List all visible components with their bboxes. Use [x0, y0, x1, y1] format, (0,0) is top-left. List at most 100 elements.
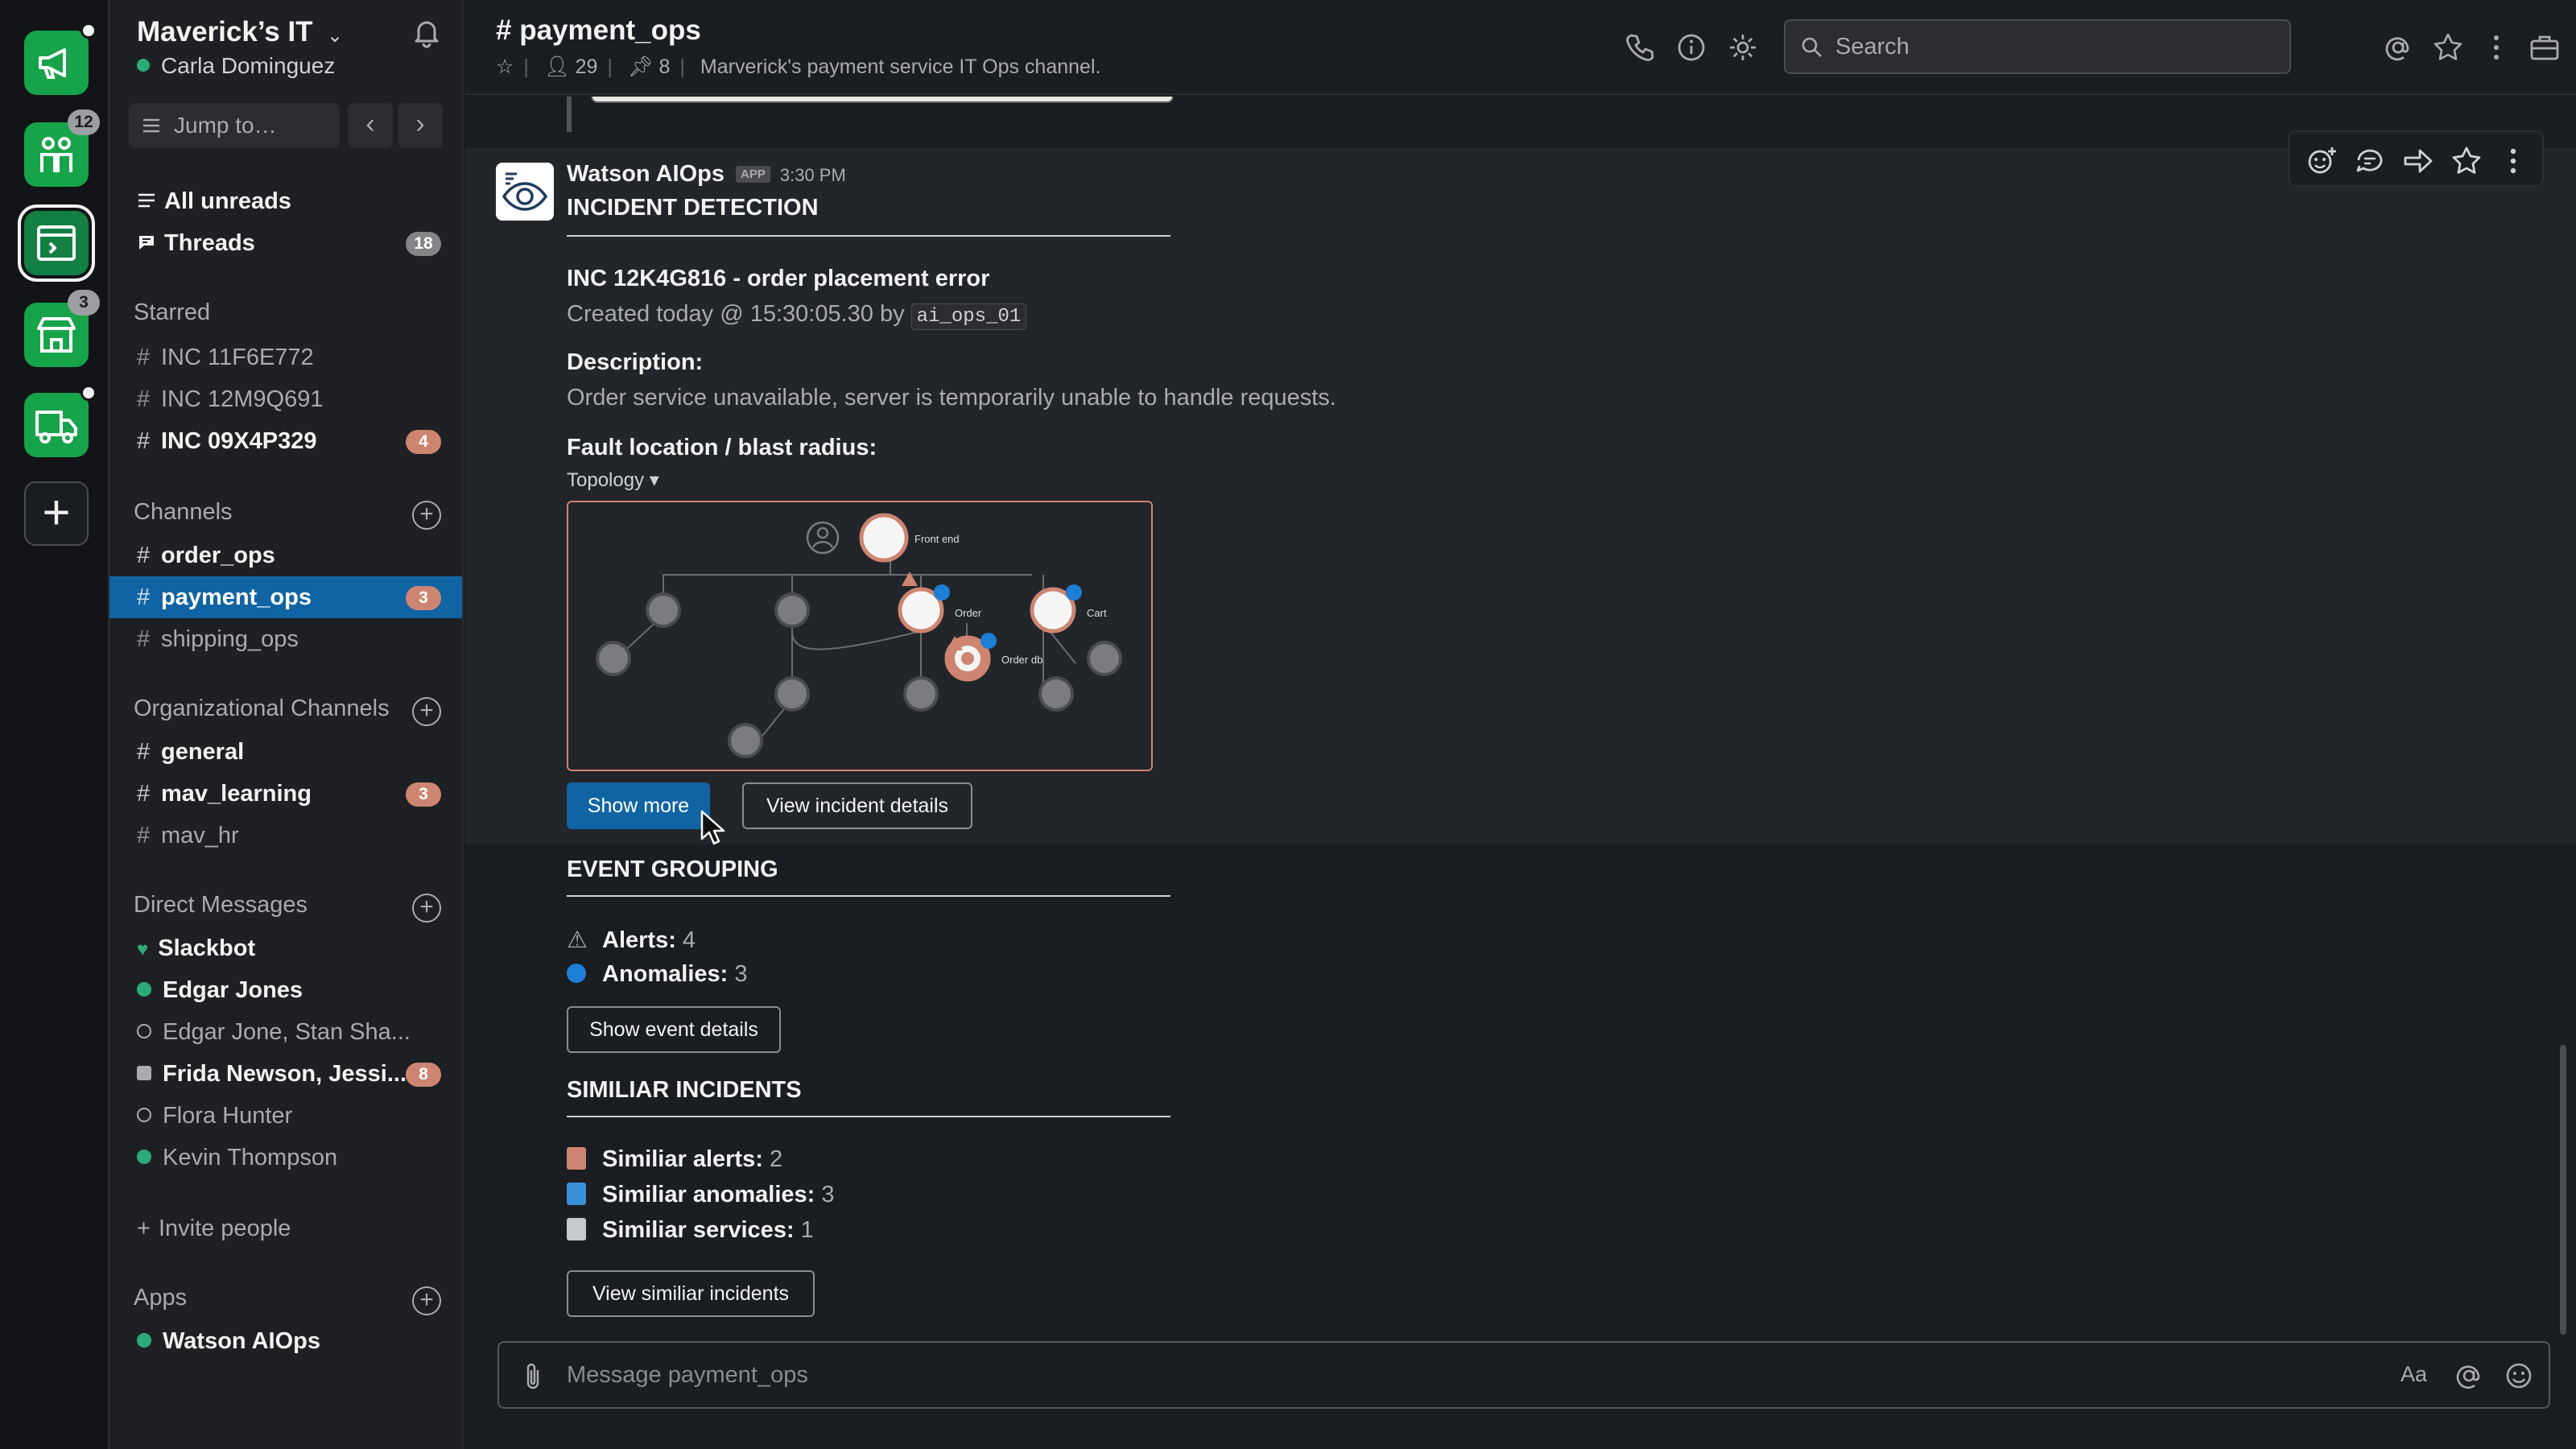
dm-kevin-thompson[interactable]: Kevin Thompson — [109, 1137, 462, 1179]
sidebar-item-shipping-ops[interactable]: # shipping_ops — [109, 618, 462, 660]
cart-node[interactable]: Cart — [1030, 584, 1107, 634]
presence-away-icon — [137, 1108, 151, 1122]
dm-group-edgar[interactable]: Edgar Jone, Stan Sha... — [109, 1011, 462, 1053]
sidebar-item-mav-learning[interactable]: # mav_learning 3 — [109, 773, 462, 815]
add-workspace-button[interactable]: + — [24, 481, 89, 546]
invite-people-link[interactable]: + Invite people — [109, 1208, 462, 1249]
service-node[interactable] — [1038, 676, 1074, 712]
service-node[interactable] — [646, 592, 681, 628]
members-icon[interactable]: 👤︎ — [544, 56, 570, 78]
message-list: Watson AIOps APP 3:30 PM INCIDENT DETECTIO… — [465, 97, 2576, 1328]
channel-topic[interactable]: Marverick's payment service IT Ops chann… — [700, 56, 1101, 78]
section-direct-messages[interactable]: Direct Messages — [134, 892, 308, 919]
service-node[interactable] — [728, 723, 763, 758]
message-timestamp[interactable]: 3:30 PM — [780, 165, 846, 186]
sidebar-item-mav-hr[interactable]: # mav_hr — [109, 815, 462, 857]
service-node[interactable] — [774, 676, 810, 712]
sidebar-item-inc-11f6e772[interactable]: # INC 11F6E772 — [109, 336, 462, 378]
share-forward-icon[interactable] — [2402, 145, 2434, 177]
service-node[interactable] — [774, 592, 810, 628]
order-label: Order — [955, 607, 982, 619]
show-event-details-button[interactable]: Show event details — [567, 1006, 781, 1053]
jump-to-button[interactable]: Jump to… — [129, 103, 340, 148]
info-icon[interactable] — [1676, 32, 1707, 63]
front-end-node[interactable]: Front end — [859, 513, 960, 563]
sidebar-item-payment-ops[interactable]: # payment_ops 3 — [109, 576, 462, 618]
view-incident-details-button[interactable]: View incident details — [742, 782, 972, 829]
workspace-store[interactable]: 3 — [24, 290, 100, 367]
workspace-megaphone[interactable] — [24, 23, 97, 95]
mention-icon[interactable] — [2454, 1360, 2484, 1391]
message-composer[interactable]: Message payment_ops Aa — [497, 1341, 2550, 1409]
emoji-icon[interactable] — [2504, 1360, 2534, 1391]
sidebar-item-label: INC 12M9Q691 — [161, 386, 324, 412]
topology-dropdown[interactable]: Topology ▾ — [567, 469, 659, 492]
gear-icon[interactable] — [1728, 32, 1758, 63]
formatting-toggle[interactable]: Aa — [2401, 1362, 2427, 1387]
more-actions-icon[interactable] — [2497, 145, 2529, 177]
workspace-delivery[interactable] — [24, 385, 97, 457]
watson-aiops-avatar[interactable] — [496, 163, 554, 221]
reply-thread-icon[interactable] — [2354, 145, 2386, 177]
sidebar-item-label: Flora Hunter — [163, 1103, 293, 1129]
search-input[interactable]: Search — [1784, 19, 2291, 74]
add-channel-icon[interactable]: + — [412, 501, 441, 530]
dm-edgar-jones[interactable]: Edgar Jones — [109, 969, 462, 1011]
phone-icon[interactable] — [1624, 32, 1655, 63]
sidebar-item-general[interactable]: # general — [109, 731, 462, 773]
more-vertical-icon[interactable] — [2481, 32, 2512, 63]
back-button[interactable]: ‹ — [348, 103, 393, 148]
order-node[interactable]: Order — [898, 572, 982, 634]
sender-name[interactable]: Watson AIOps — [567, 161, 724, 187]
add-app-icon[interactable]: + — [412, 1286, 441, 1315]
service-node[interactable] — [903, 676, 939, 712]
save-star-icon[interactable] — [2450, 145, 2483, 177]
workspace-terminal[interactable] — [18, 204, 95, 282]
saved-items-star-icon[interactable] — [2433, 32, 2463, 63]
add-dm-icon[interactable]: + — [412, 894, 441, 923]
dm-group-frida[interactable]: Frida Newson, Jessi... 8 — [109, 1053, 462, 1095]
sidebar-item-label: general — [161, 739, 245, 765]
show-more-button[interactable]: Show more — [567, 782, 710, 829]
view-similar-incidents-button[interactable]: View similiar incidents — [567, 1270, 815, 1317]
section-channels[interactable]: Channels — [134, 499, 233, 526]
workspace-name[interactable]: Maverick’s IT — [137, 16, 313, 48]
pin-count[interactable]: 8 — [659, 56, 671, 78]
sidebar-item-all-unreads[interactable]: All unreads — [109, 180, 462, 222]
order-db-node[interactable]: Order db — [944, 633, 1042, 682]
sidebar-item-inc-12m9q691[interactable]: # INC 12M9Q691 — [109, 378, 462, 420]
briefcase-icon[interactable] — [2529, 32, 2560, 63]
dm-flora-hunter[interactable]: Flora Hunter — [109, 1095, 462, 1137]
sidebar-item-threads[interactable]: Threads 18 — [109, 222, 462, 264]
group-dm-icon — [137, 1066, 151, 1080]
workspace-people[interactable]: 12 — [24, 109, 100, 187]
chevron-down-icon[interactable]: ⌄ — [327, 24, 343, 47]
bell-icon[interactable] — [411, 16, 443, 48]
member-count[interactable]: 29 — [576, 56, 598, 78]
message-input[interactable]: Message payment_ops — [567, 1362, 808, 1389]
section-starred[interactable]: Starred — [134, 299, 210, 326]
current-user[interactable]: Carla Dominguez — [137, 53, 335, 79]
section-org-channels[interactable]: Organizational Channels — [134, 696, 390, 722]
sidebar-item-order-ops[interactable]: # order_ops — [109, 535, 462, 576]
paperclip-icon[interactable] — [520, 1360, 546, 1393]
section-apps[interactable]: Apps — [134, 1285, 187, 1311]
sidebar-item-label: shipping_ops — [161, 626, 299, 652]
channel-title[interactable]: # payment_ops — [496, 14, 701, 47]
topology-diagram[interactable]: Front end Order Cart Order db — [567, 501, 1153, 771]
star-icon[interactable]: ☆ — [496, 56, 514, 78]
pin-icon[interactable]: 📌︎ — [628, 56, 654, 78]
sidebar-item-inc-09x4p329[interactable]: # INC 09X4P329 4 — [109, 420, 462, 462]
service-node[interactable] — [1087, 641, 1122, 676]
forward-button[interactable]: › — [398, 103, 443, 148]
app-watson-aiops[interactable]: Watson AIOps — [109, 1320, 462, 1362]
dm-slackbot[interactable]: ♥ Slackbot — [109, 927, 462, 969]
sidebar-item-label: Slackbot — [158, 935, 256, 961]
message-scrollbar[interactable] — [2560, 1045, 2566, 1335]
add-org-channel-icon[interactable]: + — [412, 697, 441, 726]
mentions-icon[interactable] — [2383, 32, 2413, 63]
message-sender[interactable]: Watson AIOps APP 3:30 PM — [567, 161, 846, 188]
service-node[interactable] — [596, 641, 631, 676]
add-reaction-icon[interactable] — [2306, 145, 2338, 177]
previous-message-image[interactable] — [591, 97, 1174, 103]
